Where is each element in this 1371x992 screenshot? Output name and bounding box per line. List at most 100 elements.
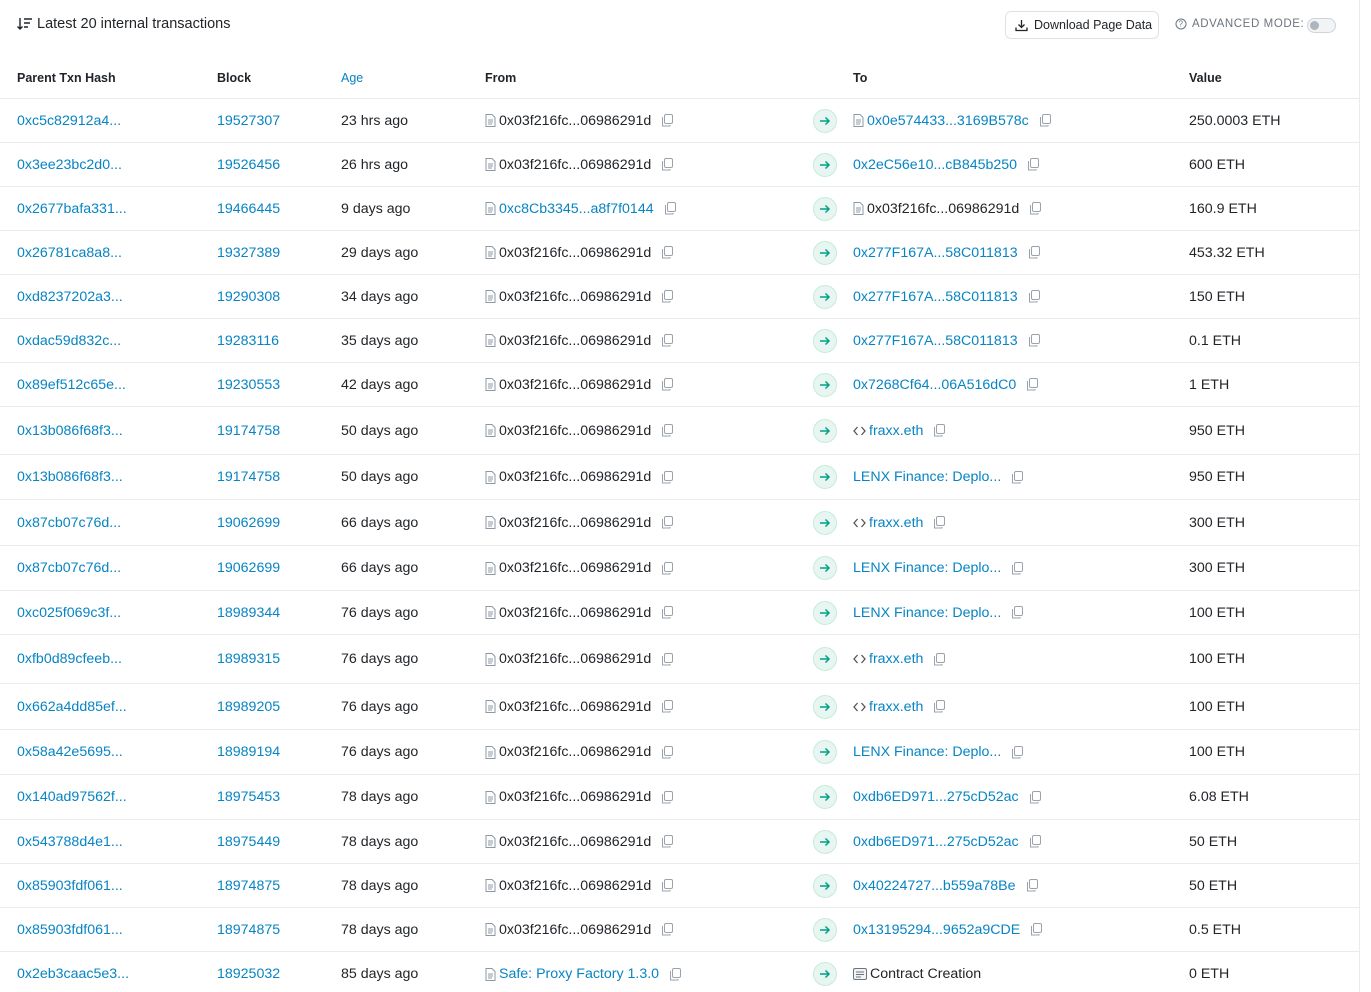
parent-txn-hash-link[interactable]: 0x87cb07c76d... [17,515,121,531]
download-page-data-button[interactable]: Download Page Data [1005,11,1159,39]
block-link[interactable]: 19327389 [217,245,280,261]
parent-txn-hash-link[interactable]: 0x140ad97562f... [17,789,127,805]
copy-icon[interactable] [1029,202,1042,215]
copy-icon[interactable] [661,334,674,347]
to-address-text[interactable]: 0xdb6ED971...275cD52ac [853,834,1019,850]
copy-icon[interactable] [669,967,682,981]
to-address-text[interactable]: 0x277F167A...58C011813 [853,289,1018,305]
copy-icon[interactable] [1026,378,1039,391]
block-link[interactable]: 19466445 [217,201,280,217]
copy-icon[interactable] [661,516,674,529]
copy-icon[interactable] [661,114,674,127]
block-link[interactable]: 18925032 [217,966,280,982]
copy-icon[interactable] [664,202,676,215]
block-link[interactable]: 19174758 [217,423,280,439]
from-address-text[interactable]: Safe: Proxy Factory 1.3.0 [499,966,659,982]
parent-txn-hash-link[interactable]: 0x543788d4e1... [17,834,123,850]
copy-icon[interactable] [1028,290,1040,303]
block-link[interactable]: 18975453 [217,789,280,805]
parent-txn-hash-link[interactable]: 0xc025f069c3f... [17,605,121,621]
block-link[interactable]: 18975449 [217,834,280,850]
block-link[interactable]: 19527307 [217,113,280,129]
to-address-text[interactable]: 0xdb6ED971...275cD52ac [853,789,1019,805]
to-address-text[interactable]: 0x2eC56e10...cB845b250 [853,157,1017,173]
block-link[interactable]: 18989315 [217,651,280,667]
copy-icon[interactable] [661,879,674,892]
block-link[interactable]: 18974875 [217,922,280,938]
to-address-text[interactable]: LENX Finance: Deplo... [853,469,1001,485]
parent-txn-hash-link[interactable]: 0xfb0d89cfeeb... [17,651,122,667]
from-address-text[interactable]: 0xc8Cb3345...a8f7f0144 [499,201,654,217]
to-address-text[interactable]: 0x0e574433...3169B578c [867,113,1029,129]
copy-icon[interactable] [661,561,674,575]
parent-txn-hash-link[interactable]: 0xc5c82912a4... [17,113,121,129]
copy-icon[interactable] [933,424,946,437]
copy-icon[interactable] [1029,790,1041,804]
parent-txn-hash-link[interactable]: 0x85903fdf061... [17,922,123,938]
copy-icon[interactable] [661,700,674,713]
to-address-text[interactable]: LENX Finance: Deplo... [853,605,1001,621]
block-link[interactable]: 19290308 [217,289,280,305]
copy-icon[interactable] [933,516,946,529]
parent-txn-hash-link[interactable]: 0x26781ca8a8... [17,245,122,261]
copy-icon[interactable] [1028,334,1040,347]
copy-icon[interactable] [661,470,674,484]
block-link[interactable]: 18989344 [217,605,280,621]
parent-txn-hash-link[interactable]: 0x13b086f68f3... [17,423,123,439]
copy-icon[interactable] [933,700,946,713]
to-address-text[interactable]: fraxx.eth [869,651,923,667]
copy-icon[interactable] [661,745,674,759]
col-age[interactable]: Age [341,71,363,85]
copy-icon[interactable] [661,424,674,437]
block-link[interactable]: 19174758 [217,469,280,485]
parent-txn-hash-link[interactable]: 0x87cb07c76d... [17,560,121,576]
copy-icon[interactable] [1030,923,1043,936]
copy-icon[interactable] [661,835,674,848]
copy-icon[interactable] [661,652,674,666]
copy-icon[interactable] [1039,114,1051,127]
parent-txn-hash-link[interactable]: 0x58a42e5695... [17,744,123,760]
copy-icon[interactable] [661,790,674,804]
help-icon[interactable]: ? [1175,18,1187,30]
copy-icon[interactable] [661,290,674,303]
to-address-text[interactable]: fraxx.eth [869,699,923,715]
parent-txn-hash-link[interactable]: 0x85903fdf061... [17,878,123,894]
copy-icon[interactable] [661,923,674,936]
parent-txn-hash-link[interactable]: 0xdac59d832c... [17,333,121,349]
block-link[interactable]: 18989205 [217,699,280,715]
to-address-text[interactable]: LENX Finance: Deplo... [853,744,1001,760]
block-link[interactable]: 19526456 [217,157,280,173]
copy-icon[interactable] [1026,879,1038,892]
to-address-text[interactable]: fraxx.eth [869,423,923,439]
block-link[interactable]: 18989194 [217,744,280,760]
copy-icon[interactable] [661,606,674,619]
parent-txn-hash-link[interactable]: 0x662a4dd85ef... [17,699,127,715]
to-address-text[interactable]: 0x13195294...9652a9CDE [853,922,1020,938]
parent-txn-hash-link[interactable]: 0x2677bafa331... [17,201,127,217]
to-address-text[interactable]: fraxx.eth [869,515,923,531]
copy-icon[interactable] [1011,745,1024,759]
parent-txn-hash-link[interactable]: 0x13b086f68f3... [17,469,123,485]
copy-icon[interactable] [1029,835,1041,848]
block-link[interactable]: 19230553 [217,377,280,393]
parent-txn-hash-link[interactable]: 0x2eb3caac5e3... [17,966,129,982]
to-address-text[interactable]: LENX Finance: Deplo... [853,560,1001,576]
copy-icon[interactable] [1028,246,1040,259]
copy-icon[interactable] [1011,470,1024,484]
copy-icon[interactable] [1011,561,1024,575]
copy-icon[interactable] [661,158,674,171]
copy-icon[interactable] [1011,606,1024,619]
block-link[interactable]: 19062699 [217,515,280,531]
advanced-mode-toggle[interactable] [1307,18,1336,33]
to-address-text[interactable]: 0x7268Cf64...06A516dC0 [853,377,1016,393]
parent-txn-hash-link[interactable]: 0xd8237202a3... [17,289,123,305]
copy-icon[interactable] [1027,158,1040,171]
copy-icon[interactable] [661,378,674,391]
parent-txn-hash-link[interactable]: 0x89ef512c65e... [17,377,126,393]
copy-icon[interactable] [661,246,674,259]
block-link[interactable]: 18974875 [217,878,280,894]
parent-txn-hash-link[interactable]: 0x3ee23bc2d0... [17,157,122,173]
block-link[interactable]: 19283116 [217,333,279,349]
copy-icon[interactable] [933,652,946,666]
block-link[interactable]: 19062699 [217,560,280,576]
